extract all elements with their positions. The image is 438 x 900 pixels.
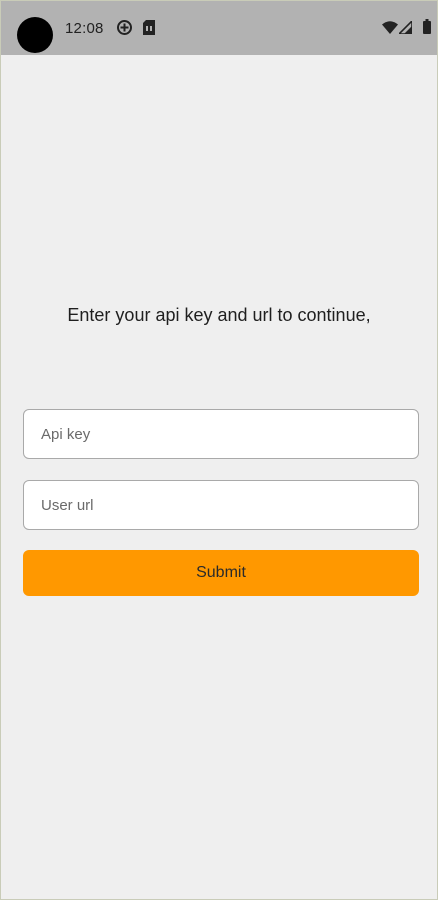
api-key-input[interactable] [23,409,419,459]
app-screen: 12:08 Enter your api key and url to cont… [0,0,438,900]
data-saver-icon [117,20,132,40]
sim-card-icon [143,20,155,40]
battery-icon [423,19,431,39]
user-url-input[interactable] [23,480,419,530]
signal-icon [397,19,413,39]
status-bar: 12:08 [1,1,437,55]
wifi-icon [382,21,398,39]
submit-button[interactable]: Submit [23,550,419,596]
camera-cutout [17,17,53,53]
status-time: 12:08 [65,20,104,37]
prompt-text: Enter your api key and url to continue, [67,305,371,325]
